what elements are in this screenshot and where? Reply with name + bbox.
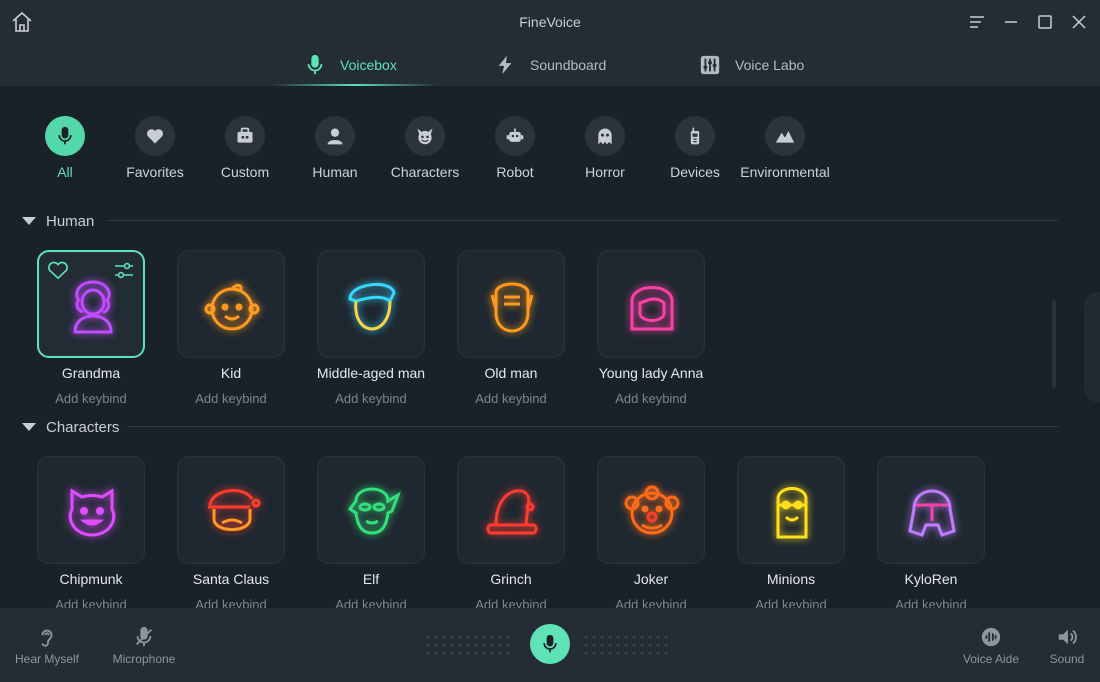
microphone-icon [58,126,72,145]
tab-bar: Voicebox Soundboard Voice Labo [0,44,1100,86]
sound-label: Sound [1049,652,1085,666]
voice-name: Santa Claus [192,571,270,587]
add-keybind-link[interactable]: Add keybind [161,391,301,406]
section-divider [108,220,1058,221]
grinch-hat-avatar-icon [486,489,538,535]
side-panel-handle[interactable] [1084,292,1100,402]
joker-avatar-icon [624,485,680,535]
person-icon [327,128,343,145]
young-lady-avatar-icon [630,286,674,331]
microphone-icon [543,634,557,653]
voice-card-kyloren[interactable] [877,456,985,564]
speaker-icon [1058,629,1077,645]
kyloren-helmet-icon [908,489,956,537]
menu-icon[interactable] [967,12,987,32]
app-title: FineVoice [519,14,581,30]
category-label: Environmental [740,164,830,180]
section-header-human[interactable]: Human [22,211,94,231]
add-keybind-link[interactable]: Add keybind [301,391,441,406]
voice-card-grinch[interactable] [457,456,565,564]
voice-card-chipmunk[interactable] [37,456,145,564]
heart-icon [146,129,164,144]
voice-name: Minions [766,571,816,587]
robot-icon [506,128,524,142]
tab-soundboard[interactable]: Soundboard [494,44,606,86]
devil-icon [417,128,433,145]
briefcase-icon [237,127,253,143]
voice-card-joker[interactable] [597,456,705,564]
tab-voice-labo[interactable]: Voice Labo [699,44,804,86]
lightning-icon [498,55,512,75]
tab-label: Voicebox [340,57,397,73]
microphone-icon [307,54,323,75]
add-keybind-link[interactable]: Add keybind [581,391,721,406]
section-header-characters[interactable]: Characters [22,417,119,437]
minion-avatar-icon [776,487,808,539]
audio-level-meter-left [426,635,510,655]
category-bar: All Favorites Custom Human Characters Ro… [0,86,1100,186]
voice-card-elf[interactable] [317,456,425,564]
santa-claus-avatar-icon [208,488,261,531]
audio-level-meter-right [584,635,668,655]
voice-aide-label: Voice Aide [962,652,1020,666]
voice-changer-mic-button[interactable] [530,624,570,664]
maximize-icon[interactable] [1035,12,1055,32]
voice-name: Joker [633,571,669,587]
voice-card-old-man[interactable] [457,250,565,358]
kid-avatar-icon [204,283,260,331]
voice-name: Grandma [61,365,121,381]
mountain-icon [775,131,795,143]
voice-aide-button[interactable]: Voice Aide [960,626,1022,666]
add-keybind-link[interactable]: Add keybind [21,391,161,406]
ear-icon [41,629,53,647]
bottom-bar: Hear Myself Microphone Voice Aide Sound [0,608,1100,682]
voice-wave-icon [981,627,1001,647]
add-keybind-link[interactable]: Add keybind [441,391,581,406]
microphone-muted-icon [136,626,152,647]
middle-aged-man-avatar-icon [348,282,396,331]
walkie-talkie-icon [690,127,700,145]
section-divider [127,426,1058,427]
voice-card-grandma[interactable] [37,250,145,358]
voice-card-santa-claus[interactable] [177,456,285,564]
microphone-label: Microphone [112,652,176,666]
sound-button[interactable]: Sound [1044,626,1090,666]
voice-card-young-lady-anna[interactable] [597,250,705,358]
ghost-icon [598,128,612,145]
hear-myself-label: Hear Myself [14,652,79,666]
old-man-avatar-icon [490,282,534,333]
voice-name: Kid [220,365,242,381]
chipmunk-avatar-icon [68,488,116,537]
minimize-icon[interactable] [1001,12,1021,32]
title-bar: FineVoice [0,0,1100,44]
scrollbar-thumb[interactable] [1052,300,1056,388]
collapse-triangle-icon [22,423,36,431]
section-title: Human [46,212,95,230]
tab-label: Soundboard [530,57,607,73]
voice-card-kid[interactable] [177,250,285,358]
voice-card-middle-aged-man[interactable] [317,250,425,358]
voice-name: Grinch [490,571,532,587]
elf-avatar-icon [347,487,401,535]
voice-name: Young lady Anna [598,365,704,381]
close-icon[interactable] [1069,12,1089,32]
voice-name: KyloRen [904,571,958,587]
voice-name: Chipmunk [59,571,123,587]
tab-voicebox[interactable]: Voicebox [304,44,397,86]
hear-myself-button[interactable]: Hear Myself [14,626,80,666]
voice-name: Middle-aged man [316,365,426,381]
microphone-toggle-button[interactable]: Microphone [108,626,180,666]
category-environmental[interactable]: Environmental [730,116,840,180]
voice-name: Elf [362,571,380,587]
collapse-triangle-icon [22,217,36,225]
grandma-avatar-icon [73,280,113,334]
voice-card-minions[interactable] [737,456,845,564]
sliders-icon [700,55,720,75]
tab-label: Voice Labo [735,57,805,73]
voice-name: Old man [484,365,538,381]
section-title: Characters [46,418,120,436]
